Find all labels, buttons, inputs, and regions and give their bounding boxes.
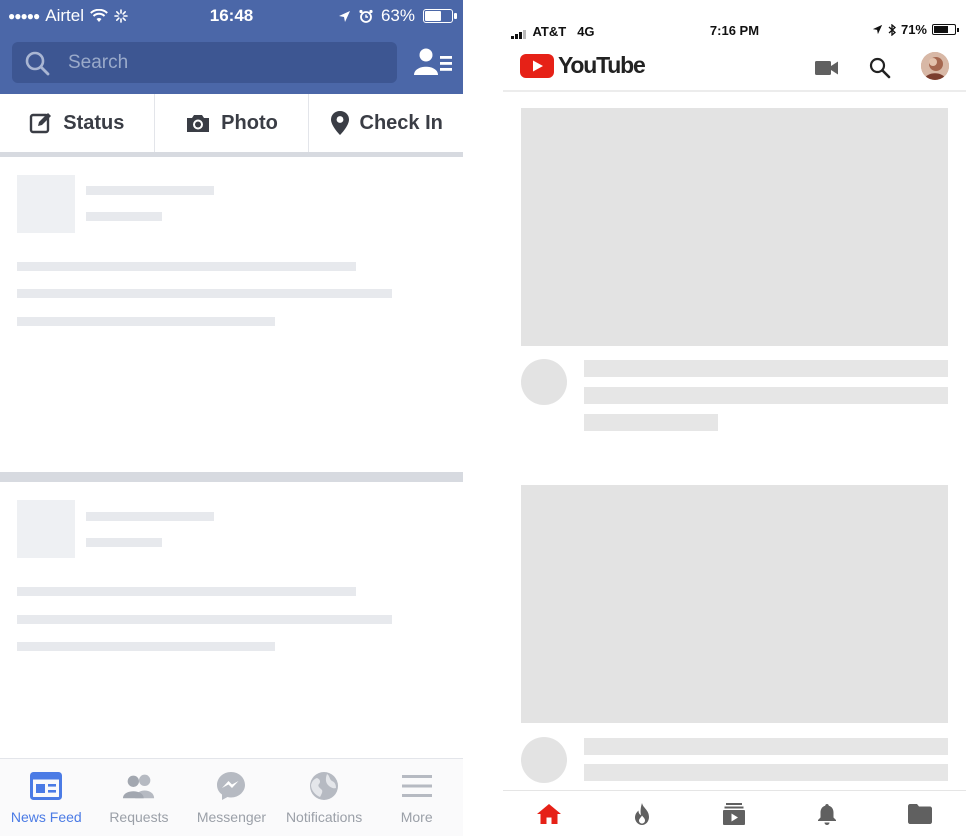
bottom-tab-bar — [503, 790, 966, 836]
tab-activity[interactable] — [781, 791, 874, 836]
title-line-placeholder — [584, 360, 948, 377]
friend-list-icon[interactable] — [414, 47, 452, 77]
divider — [0, 152, 463, 157]
avatar-image — [921, 52, 949, 80]
upload-video-button[interactable] — [813, 54, 841, 82]
camera-icon — [187, 115, 210, 132]
tab-label: More — [400, 809, 433, 825]
channel-avatar-placeholder — [521, 737, 567, 783]
tab-label: Requests — [109, 809, 169, 825]
check-in-button[interactable]: Check In — [308, 94, 463, 152]
photo-button[interactable]: Photo — [153, 94, 309, 152]
youtube-screen: AT&T 4G 7:16 PM 71% YouTube — [503, 0, 966, 836]
status-label: Status — [63, 111, 125, 134]
home-icon — [537, 803, 562, 824]
alarm-icon — [359, 9, 373, 23]
status-right: 71% — [872, 22, 959, 37]
tab-label: Notifications — [285, 809, 363, 825]
thumbnail-placeholder — [521, 108, 948, 346]
friends-icon — [122, 769, 156, 803]
tab-messenger[interactable]: Messenger — [185, 759, 278, 836]
avatar-placeholder — [17, 175, 75, 233]
youtube-play-icon — [520, 53, 554, 78]
tab-label: Messenger — [196, 809, 267, 825]
text-line-placeholder — [17, 587, 356, 596]
text-line-placeholder — [17, 317, 275, 326]
library-folder-icon — [907, 803, 932, 824]
bell-icon — [818, 803, 837, 825]
trending-flame-icon — [634, 802, 649, 825]
meta-line-placeholder — [584, 414, 718, 431]
battery-icon — [932, 24, 959, 35]
search-input[interactable] — [68, 51, 368, 74]
search-icon — [869, 57, 891, 79]
name-placeholder — [86, 512, 214, 521]
search-bar[interactable] — [12, 42, 397, 83]
title-line-placeholder — [584, 387, 948, 404]
tab-library[interactable] — [873, 791, 966, 836]
facebook-header: ●●●●● Airtel 16:48 63% Search — [0, 0, 463, 94]
youtube-logo[interactable]: YouTube — [520, 52, 646, 79]
battery-percent: 71% — [900, 22, 927, 37]
thumbnail-placeholder — [521, 485, 948, 723]
search-button[interactable] — [866, 54, 894, 82]
date-placeholder — [86, 212, 162, 221]
tab-notifications[interactable]: Notifications — [278, 759, 371, 836]
search-icon — [25, 51, 50, 75]
title-line-placeholder — [584, 764, 948, 781]
logo-text: YouTube — [558, 52, 646, 78]
location-arrow-icon — [872, 24, 883, 35]
divider — [0, 472, 463, 482]
bottom-tab-bar: News Feed Requests Messenger Notificatio… — [0, 758, 463, 836]
facebook-screen: ●●●●● Airtel 16:48 63% Search Status Pho… — [0, 0, 463, 836]
status-button[interactable]: Status — [0, 94, 154, 152]
edit-icon — [30, 113, 52, 134]
subscriptions-icon — [723, 802, 746, 825]
avatar[interactable] — [921, 52, 949, 80]
location-arrow-icon — [338, 10, 350, 22]
status-right: 63% — [338, 6, 457, 26]
location-pin-icon — [330, 111, 349, 135]
check-in-label: Check In — [359, 111, 443, 134]
status-bar: ●●●●● Airtel 16:48 63% — [0, 0, 463, 32]
tab-more[interactable]: More — [370, 759, 463, 836]
app-header: YouTube — [503, 44, 966, 92]
tab-home[interactable] — [503, 791, 596, 836]
tab-requests[interactable]: Requests — [93, 759, 186, 836]
battery-icon — [423, 9, 457, 23]
text-line-placeholder — [17, 289, 392, 298]
date-placeholder — [86, 538, 162, 547]
text-line-placeholder — [17, 262, 356, 271]
globe-icon — [307, 769, 341, 803]
channel-avatar-placeholder — [521, 359, 567, 405]
news-feed-icon — [29, 769, 63, 803]
battery-percent: 63% — [380, 6, 415, 25]
name-placeholder — [86, 186, 214, 195]
text-line-placeholder — [17, 615, 392, 624]
title-line-placeholder — [584, 738, 948, 755]
video-camera-icon — [815, 61, 838, 75]
tab-subscriptions[interactable] — [688, 791, 781, 836]
menu-icon — [400, 769, 434, 803]
composer-actions: Status Photo Check In — [0, 94, 463, 152]
photo-label: Photo — [221, 111, 278, 134]
bluetooth-icon — [888, 23, 896, 36]
tab-news-feed[interactable]: News Feed — [0, 759, 93, 836]
avatar-placeholder — [17, 500, 75, 558]
tab-trending[interactable] — [596, 791, 689, 836]
messenger-icon — [214, 769, 248, 803]
status-bar: AT&T 4G 7:16 PM 71% — [503, 0, 966, 40]
tab-label: News Feed — [10, 809, 82, 825]
text-line-placeholder — [17, 642, 275, 651]
